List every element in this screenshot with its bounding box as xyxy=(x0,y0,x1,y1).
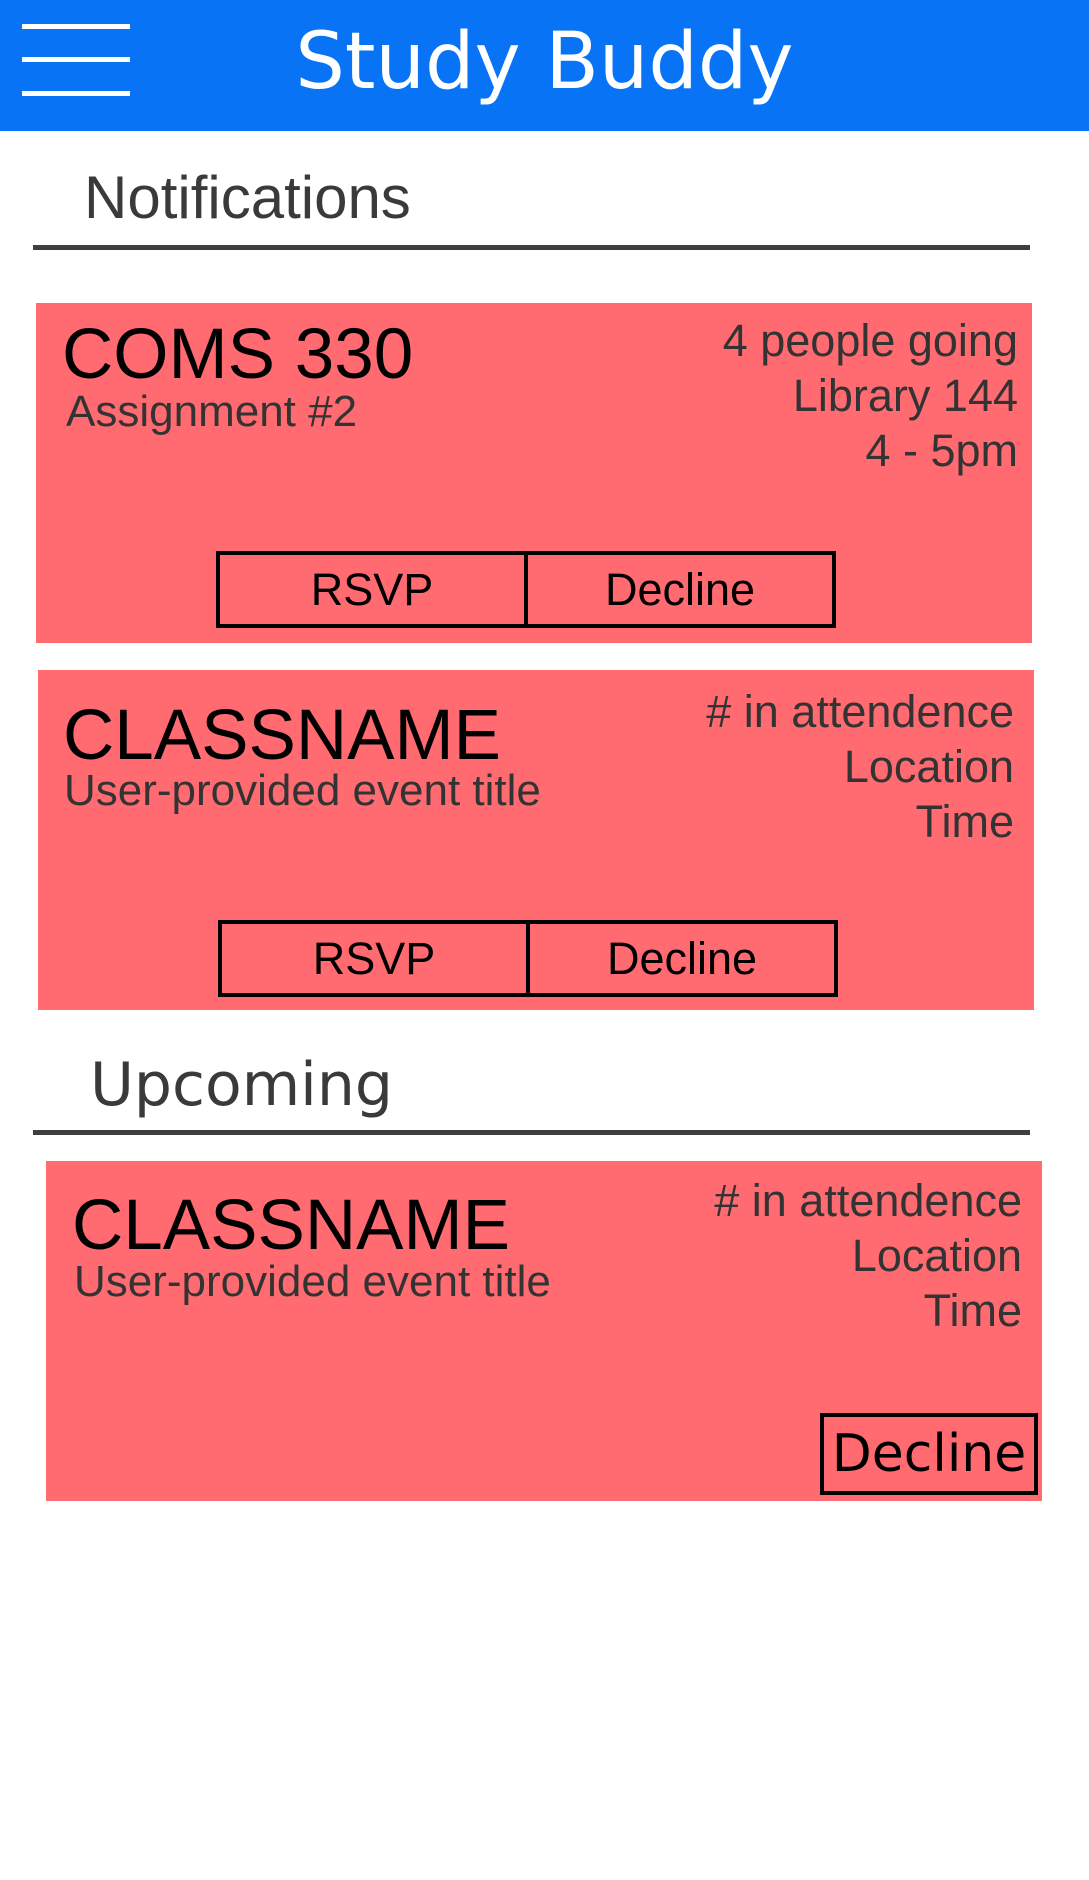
event-title: User-provided event title xyxy=(74,1257,551,1306)
event-time: Time xyxy=(923,1285,1022,1336)
rsvp-button[interactable]: RSVP xyxy=(220,555,524,624)
notifications-heading: Notifications xyxy=(84,164,411,231)
upcoming-heading: Upcoming xyxy=(90,1050,393,1120)
event-title: User-provided event title xyxy=(64,766,541,815)
notifications-divider xyxy=(33,245,1030,250)
attendance-count: # in attendence xyxy=(706,686,1014,737)
class-name: CLASSNAME xyxy=(72,1186,510,1265)
app-header: Study Buddy xyxy=(0,0,1089,131)
upcoming-card: CLASSNAME User-provided event title # in… xyxy=(46,1161,1042,1501)
rsvp-decline-group: RSVP Decline xyxy=(218,920,838,997)
rsvp-button[interactable]: RSVP xyxy=(222,924,526,993)
event-location: Location xyxy=(851,1230,1022,1281)
notification-card: CLASSNAME User-provided event title # in… xyxy=(38,670,1034,1010)
class-name: COMS 330 xyxy=(62,315,414,394)
attendance-count: 4 people going xyxy=(722,315,1018,366)
class-name: CLASSNAME xyxy=(63,696,501,775)
rsvp-decline-group: RSVP Decline xyxy=(216,551,836,628)
event-meta: # in attendence Location Time xyxy=(714,1173,1022,1338)
upcoming-divider xyxy=(33,1130,1030,1135)
decline-button[interactable]: Decline xyxy=(820,1413,1038,1495)
notification-card: COMS 330 Assignment #2 4 people going Li… xyxy=(36,303,1032,643)
event-meta: 4 people going Library 144 4 - 5pm xyxy=(723,313,1018,478)
event-location: Library 144 xyxy=(792,370,1018,421)
event-title: Assignment #2 xyxy=(66,387,358,436)
app-title: Study Buddy xyxy=(295,17,794,107)
event-time: Time xyxy=(915,796,1014,847)
decline-button[interactable]: Decline xyxy=(526,924,834,993)
event-location: Location xyxy=(843,741,1014,792)
event-time: 4 - 5pm xyxy=(865,425,1018,476)
decline-button[interactable]: Decline xyxy=(524,555,832,624)
event-meta: # in attendence Location Time xyxy=(706,684,1014,849)
attendance-count: # in attendence xyxy=(714,1175,1022,1226)
